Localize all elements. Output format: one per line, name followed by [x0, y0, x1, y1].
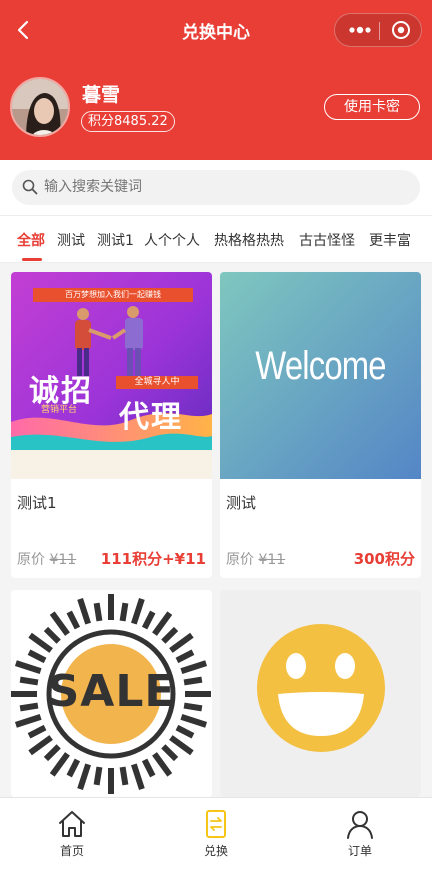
points-badge: 积分8485.22	[81, 111, 175, 132]
username: 暮雪	[82, 84, 121, 106]
capsule-divider	[379, 22, 380, 40]
tab-more-rich[interactable]: 更丰富	[369, 230, 411, 250]
product-image-welcome: Welcome	[220, 272, 421, 479]
tabbar-exchange-label: 兑换	[203, 844, 228, 858]
sale-ray	[119, 766, 129, 786]
search-icon	[22, 179, 38, 195]
tab-test1[interactable]: 测试1	[97, 230, 134, 250]
exchange-icon	[206, 810, 226, 838]
product-card[interactable]: SALE	[11, 590, 212, 797]
smiley-face-icon	[257, 624, 385, 752]
poster-text-right: 代理	[119, 400, 183, 435]
product-name: 测试	[226, 494, 257, 512]
original-price: 原价 ¥11	[17, 549, 76, 569]
sale-ray	[119, 602, 129, 622]
tab-renge[interactable]: 人个个人	[144, 230, 200, 250]
active-tab-indicator	[22, 258, 42, 261]
more-icon[interactable]	[343, 14, 377, 46]
banner-text: 百万梦想加入我们一起赚钱	[65, 290, 161, 299]
miniprogram-capsule	[334, 13, 422, 47]
original-price-label: 原价	[226, 552, 254, 568]
redeem-card-code-button[interactable]: 使用卡密	[324, 94, 420, 120]
original-price-value: ¥11	[49, 552, 77, 568]
tab-gugu[interactable]: 古古怪怪	[299, 230, 355, 250]
original-price-label: 原价	[17, 552, 45, 568]
points-price: 300积分	[353, 550, 415, 568]
product-card[interactable]: Welcome 测试 原价 ¥11 300积分	[220, 272, 421, 578]
header-background: 兑换中心 暮雪 积分8485.22 使用卡密	[0, 0, 432, 160]
tab-all[interactable]: 全部	[17, 230, 45, 250]
sale-ray	[93, 602, 103, 622]
product-image-sale: SALE	[11, 590, 212, 797]
sale-text: SALE	[47, 666, 176, 717]
user-icon	[347, 811, 373, 839]
tabbar-home[interactable]: 首页	[32, 808, 112, 859]
avatar[interactable]	[10, 77, 70, 137]
back-arrow-icon[interactable]	[12, 18, 36, 42]
tabbar-exchange[interactable]: 兑换	[176, 808, 256, 859]
search-input[interactable]	[44, 178, 404, 194]
product-image-recruit-agent: 百万梦想加入我们一起赚钱 诚招 代理 全城寻人中 营销平台	[11, 272, 212, 479]
tabbar-orders-label: 订单	[347, 844, 372, 858]
original-price-value: ¥11	[258, 552, 286, 568]
points-price: 111积分+¥11	[100, 550, 206, 568]
tabbar-home-label: 首页	[59, 844, 84, 858]
close-miniprogram-icon[interactable]	[381, 14, 421, 46]
tabbar-orders[interactable]: 订单	[320, 808, 400, 859]
tab-rege[interactable]: 热格格热热	[214, 230, 284, 250]
product-card[interactable]: 百万梦想加入我们一起赚钱 诚招 代理 全城寻人中 营销平台 测试1 原价 ¥11…	[11, 272, 212, 578]
welcome-text: Welcome	[255, 344, 386, 388]
product-name: 测试1	[17, 494, 57, 512]
poster-tag: 全城寻人中	[134, 377, 180, 387]
product-image-smiley	[220, 590, 421, 797]
search-field[interactable]	[12, 170, 420, 205]
tab-test[interactable]: 测试	[57, 230, 85, 250]
product-card[interactable]	[220, 590, 421, 797]
sale-ray	[93, 766, 103, 786]
search-bar	[0, 160, 432, 215]
original-price: 原价 ¥11	[226, 549, 285, 569]
category-tabs: 全部 测试 测试1 人个个人 热格格热热 古古怪怪 更丰富	[0, 215, 432, 263]
poster-sub: 营销平台	[41, 405, 78, 415]
bottom-tab-bar: 首页 兑换 订单	[0, 797, 432, 879]
home-icon	[59, 811, 85, 837]
